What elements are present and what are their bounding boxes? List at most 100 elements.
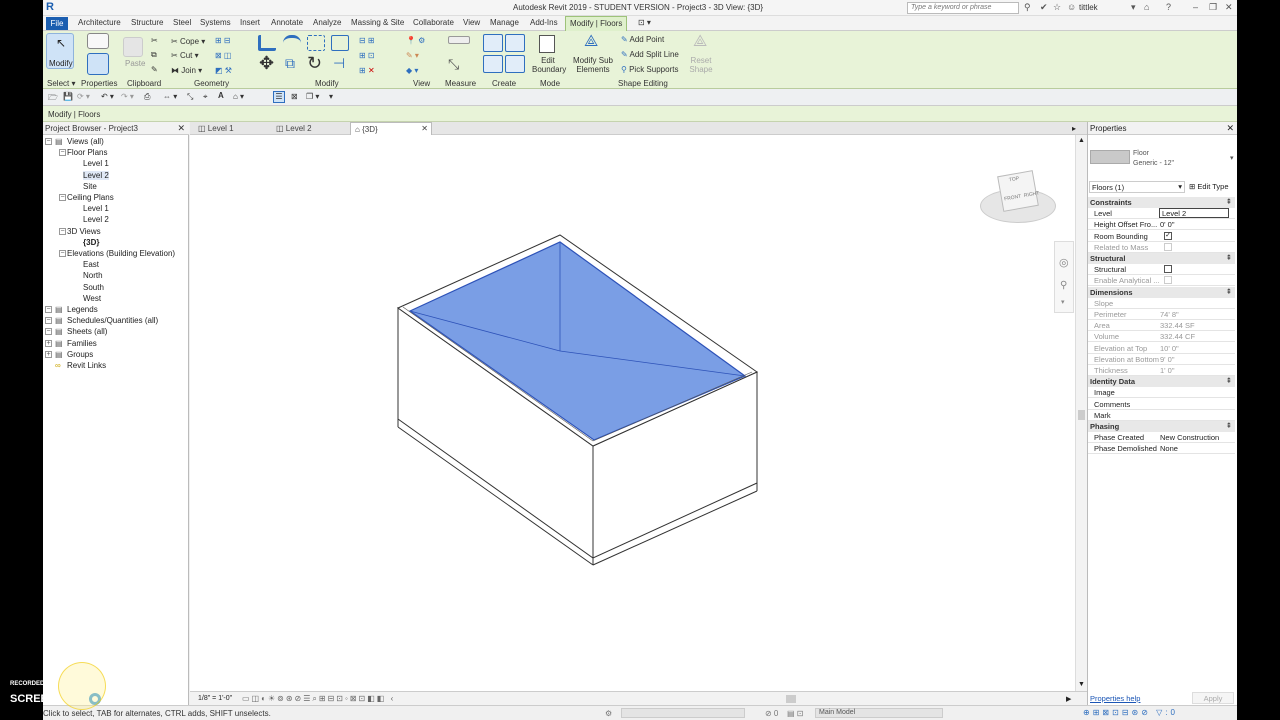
expand-toggle[interactable]: − bbox=[59, 227, 66, 235]
restore-icon[interactable]: ❐ bbox=[1209, 2, 1217, 13]
pick-supports-button[interactable]: ⚲ Pick Supports bbox=[621, 65, 678, 74]
tree-node[interactable]: West bbox=[83, 294, 101, 303]
create-parts-icon[interactable] bbox=[505, 34, 525, 52]
tab-add-ins[interactable]: Add-Ins bbox=[530, 18, 558, 27]
move-icon[interactable]: ✥ bbox=[259, 53, 274, 74]
copy-element-icon[interactable]: ⧉ bbox=[285, 55, 295, 72]
collapse-icon[interactable]: ⇞ bbox=[1226, 421, 1232, 430]
property-section-header[interactable]: Structural ⇞ bbox=[1088, 253, 1235, 264]
modify-sub-elements-button[interactable]: ⟁ Modify Sub Elements bbox=[570, 33, 616, 75]
view-controls-icons[interactable]: ▭◫◐☀⊚⊛⊘☰⌕⊞⊟⊡◦⊠⊡◧◧ ‹ bbox=[242, 694, 395, 704]
tree-node[interactable]: Groups bbox=[67, 350, 93, 359]
tree-node[interactable]: Floor Plans bbox=[67, 148, 107, 157]
minimize-icon[interactable]: – bbox=[1193, 2, 1198, 12]
type-family[interactable]: Floor bbox=[1133, 150, 1149, 157]
type-selector-arrow-icon[interactable]: ▾ bbox=[1230, 154, 1234, 162]
user-icon[interactable]: ☺ bbox=[1067, 2, 1076, 12]
property-row[interactable]: Level Level 2 bbox=[1088, 208, 1235, 220]
expand-toggle[interactable]: + bbox=[45, 350, 52, 358]
collapse-icon[interactable]: ⇞ bbox=[1226, 253, 1232, 262]
properties-button[interactable] bbox=[87, 53, 109, 75]
tab-view-level-1[interactable]: ◫ Level 1 bbox=[194, 122, 272, 135]
properties-help-link[interactable]: Properties help bbox=[1090, 694, 1140, 703]
cut-icon[interactable]: ✂ bbox=[151, 36, 158, 45]
tree-node[interactable]: 3D Views bbox=[67, 227, 101, 236]
expand-toggle[interactable]: − bbox=[45, 328, 52, 336]
eraser-icon[interactable]: ◆ ▾ bbox=[406, 66, 418, 75]
offset-icon[interactable] bbox=[283, 35, 301, 51]
property-row[interactable]: Phase Demolished None bbox=[1088, 443, 1235, 455]
property-value[interactable]: New Construction bbox=[1160, 433, 1219, 442]
design-option-dropdown[interactable]: Main Model bbox=[815, 708, 943, 718]
scale-icon[interactable]: ⊞ ✕ bbox=[359, 66, 375, 75]
create-assembly-icon[interactable] bbox=[483, 34, 503, 52]
split-face-icon[interactable]: ⊠ ◫ bbox=[215, 51, 231, 60]
scroll-up-icon[interactable]: ▲ bbox=[1078, 137, 1085, 144]
redo-icon[interactable]: ↷ ▾ bbox=[121, 92, 134, 101]
expand-toggle[interactable]: − bbox=[45, 138, 52, 145]
property-section-header[interactable]: Dimensions ⇞ bbox=[1088, 286, 1235, 298]
expand-toggle[interactable]: − bbox=[45, 306, 52, 313]
workset-dropdown[interactable] bbox=[621, 708, 745, 718]
3d-model-view[interactable] bbox=[190, 135, 1085, 691]
edit-boundary-button[interactable]: Edit Boundary bbox=[532, 33, 566, 75]
tree-node[interactable]: Families bbox=[67, 339, 97, 348]
tree-node[interactable]: East bbox=[83, 260, 99, 269]
edit-type-button[interactable]: ⊞ Edit Type bbox=[1189, 182, 1229, 191]
reset-shape-button[interactable]: ⟁ Reset Shape bbox=[687, 33, 715, 75]
view-cube-top[interactable]: TOP bbox=[1009, 176, 1020, 184]
expand-toggle[interactable]: − bbox=[59, 194, 66, 201]
editable-icon[interactable]: ⊘ 0 bbox=[765, 709, 778, 718]
tree-node[interactable]: Level 1 bbox=[83, 204, 109, 213]
wall-joins-icon[interactable]: ⊞ ⊟ bbox=[215, 36, 231, 45]
view-cube-right[interactable]: RIGHT bbox=[1023, 190, 1039, 199]
property-value[interactable]: 0' 0" bbox=[1160, 220, 1175, 229]
help-icon[interactable]: ? bbox=[1166, 2, 1171, 12]
apply-button[interactable]: Apply bbox=[1192, 692, 1234, 704]
close-tab-icon[interactable]: ✕ bbox=[421, 124, 428, 133]
tree-node[interactable]: South bbox=[83, 283, 104, 292]
cope-button[interactable]: ✂ Cope ▾ bbox=[171, 37, 205, 46]
expand-toggle[interactable]: − bbox=[59, 149, 66, 157]
type-properties-icon[interactable] bbox=[87, 33, 109, 49]
align-icon[interactable] bbox=[258, 35, 276, 51]
tree-node[interactable]: Ceiling Plans bbox=[67, 193, 114, 202]
close-icon[interactable]: ✕ bbox=[177, 123, 185, 134]
rotate-icon[interactable]: ↻ bbox=[307, 53, 322, 74]
customize-qat-icon[interactable]: ▾ bbox=[329, 92, 333, 101]
property-checkbox[interactable] bbox=[1164, 265, 1172, 274]
tab-systems[interactable]: Systems bbox=[200, 18, 231, 27]
type-name[interactable]: Generic - 12" bbox=[1133, 160, 1174, 167]
scroll-right-icon[interactable]: ▶ bbox=[1066, 695, 1071, 703]
dimension-icon[interactable]: ⤡ bbox=[187, 92, 193, 102]
property-checkbox[interactable]: ✓ bbox=[1164, 231, 1172, 240]
view-cube-box[interactable]: TOP FRONT RIGHT bbox=[997, 170, 1040, 212]
tab-massing-site[interactable]: Massing & Site bbox=[351, 18, 404, 27]
join-button[interactable]: ⧓ Join ▾ bbox=[171, 66, 202, 75]
property-row[interactable]: Room Bounding ✓ bbox=[1088, 231, 1235, 242]
copy-icon[interactable]: ⧉ bbox=[151, 50, 157, 60]
view-cube[interactable]: TOP FRONT RIGHT bbox=[978, 169, 1058, 231]
tab-annotate[interactable]: Annotate bbox=[271, 18, 303, 27]
tree-node[interactable]: Level 2 bbox=[83, 170, 109, 180]
tab-steel[interactable]: Steel bbox=[173, 18, 191, 27]
tree-node[interactable]: {3D} bbox=[83, 238, 99, 247]
tree-node[interactable]: Schedules/Quantities (all) bbox=[67, 316, 158, 325]
close-hidden-icon[interactable]: ⊠ bbox=[291, 92, 298, 101]
save-icon[interactable]: 💾 bbox=[63, 92, 73, 101]
tab-view-level-2[interactable]: ◫ Level 2 bbox=[272, 122, 350, 135]
mirror-draw-icon[interactable] bbox=[331, 35, 349, 51]
collapse-icon[interactable]: ⇞ bbox=[1226, 197, 1232, 206]
steering-wheel-icon[interactable]: ◎ bbox=[1059, 256, 1069, 269]
sync-icon[interactable]: ⟳ ▾ bbox=[77, 92, 90, 101]
tree-node[interactable]: Level 1 bbox=[83, 159, 109, 168]
instance-selector[interactable]: Floors (1) ▾ bbox=[1089, 181, 1185, 193]
zoom-icon[interactable]: ⚲ bbox=[1060, 280, 1067, 291]
modify-button[interactable]: ↖ Modify bbox=[46, 33, 74, 69]
default-3d-icon[interactable]: ⌂ ▾ bbox=[233, 92, 244, 101]
expand-toggle[interactable]: − bbox=[59, 250, 66, 257]
property-row[interactable]: Phase Created New Construction bbox=[1088, 432, 1235, 444]
property-row[interactable]: Height Offset Fro... 0' 0" bbox=[1088, 219, 1235, 231]
property-value-input[interactable]: Level 2 bbox=[1159, 208, 1229, 219]
drawing-area[interactable]: TOP FRONT RIGHT ◎ ⚲ ▾ bbox=[190, 135, 1085, 691]
